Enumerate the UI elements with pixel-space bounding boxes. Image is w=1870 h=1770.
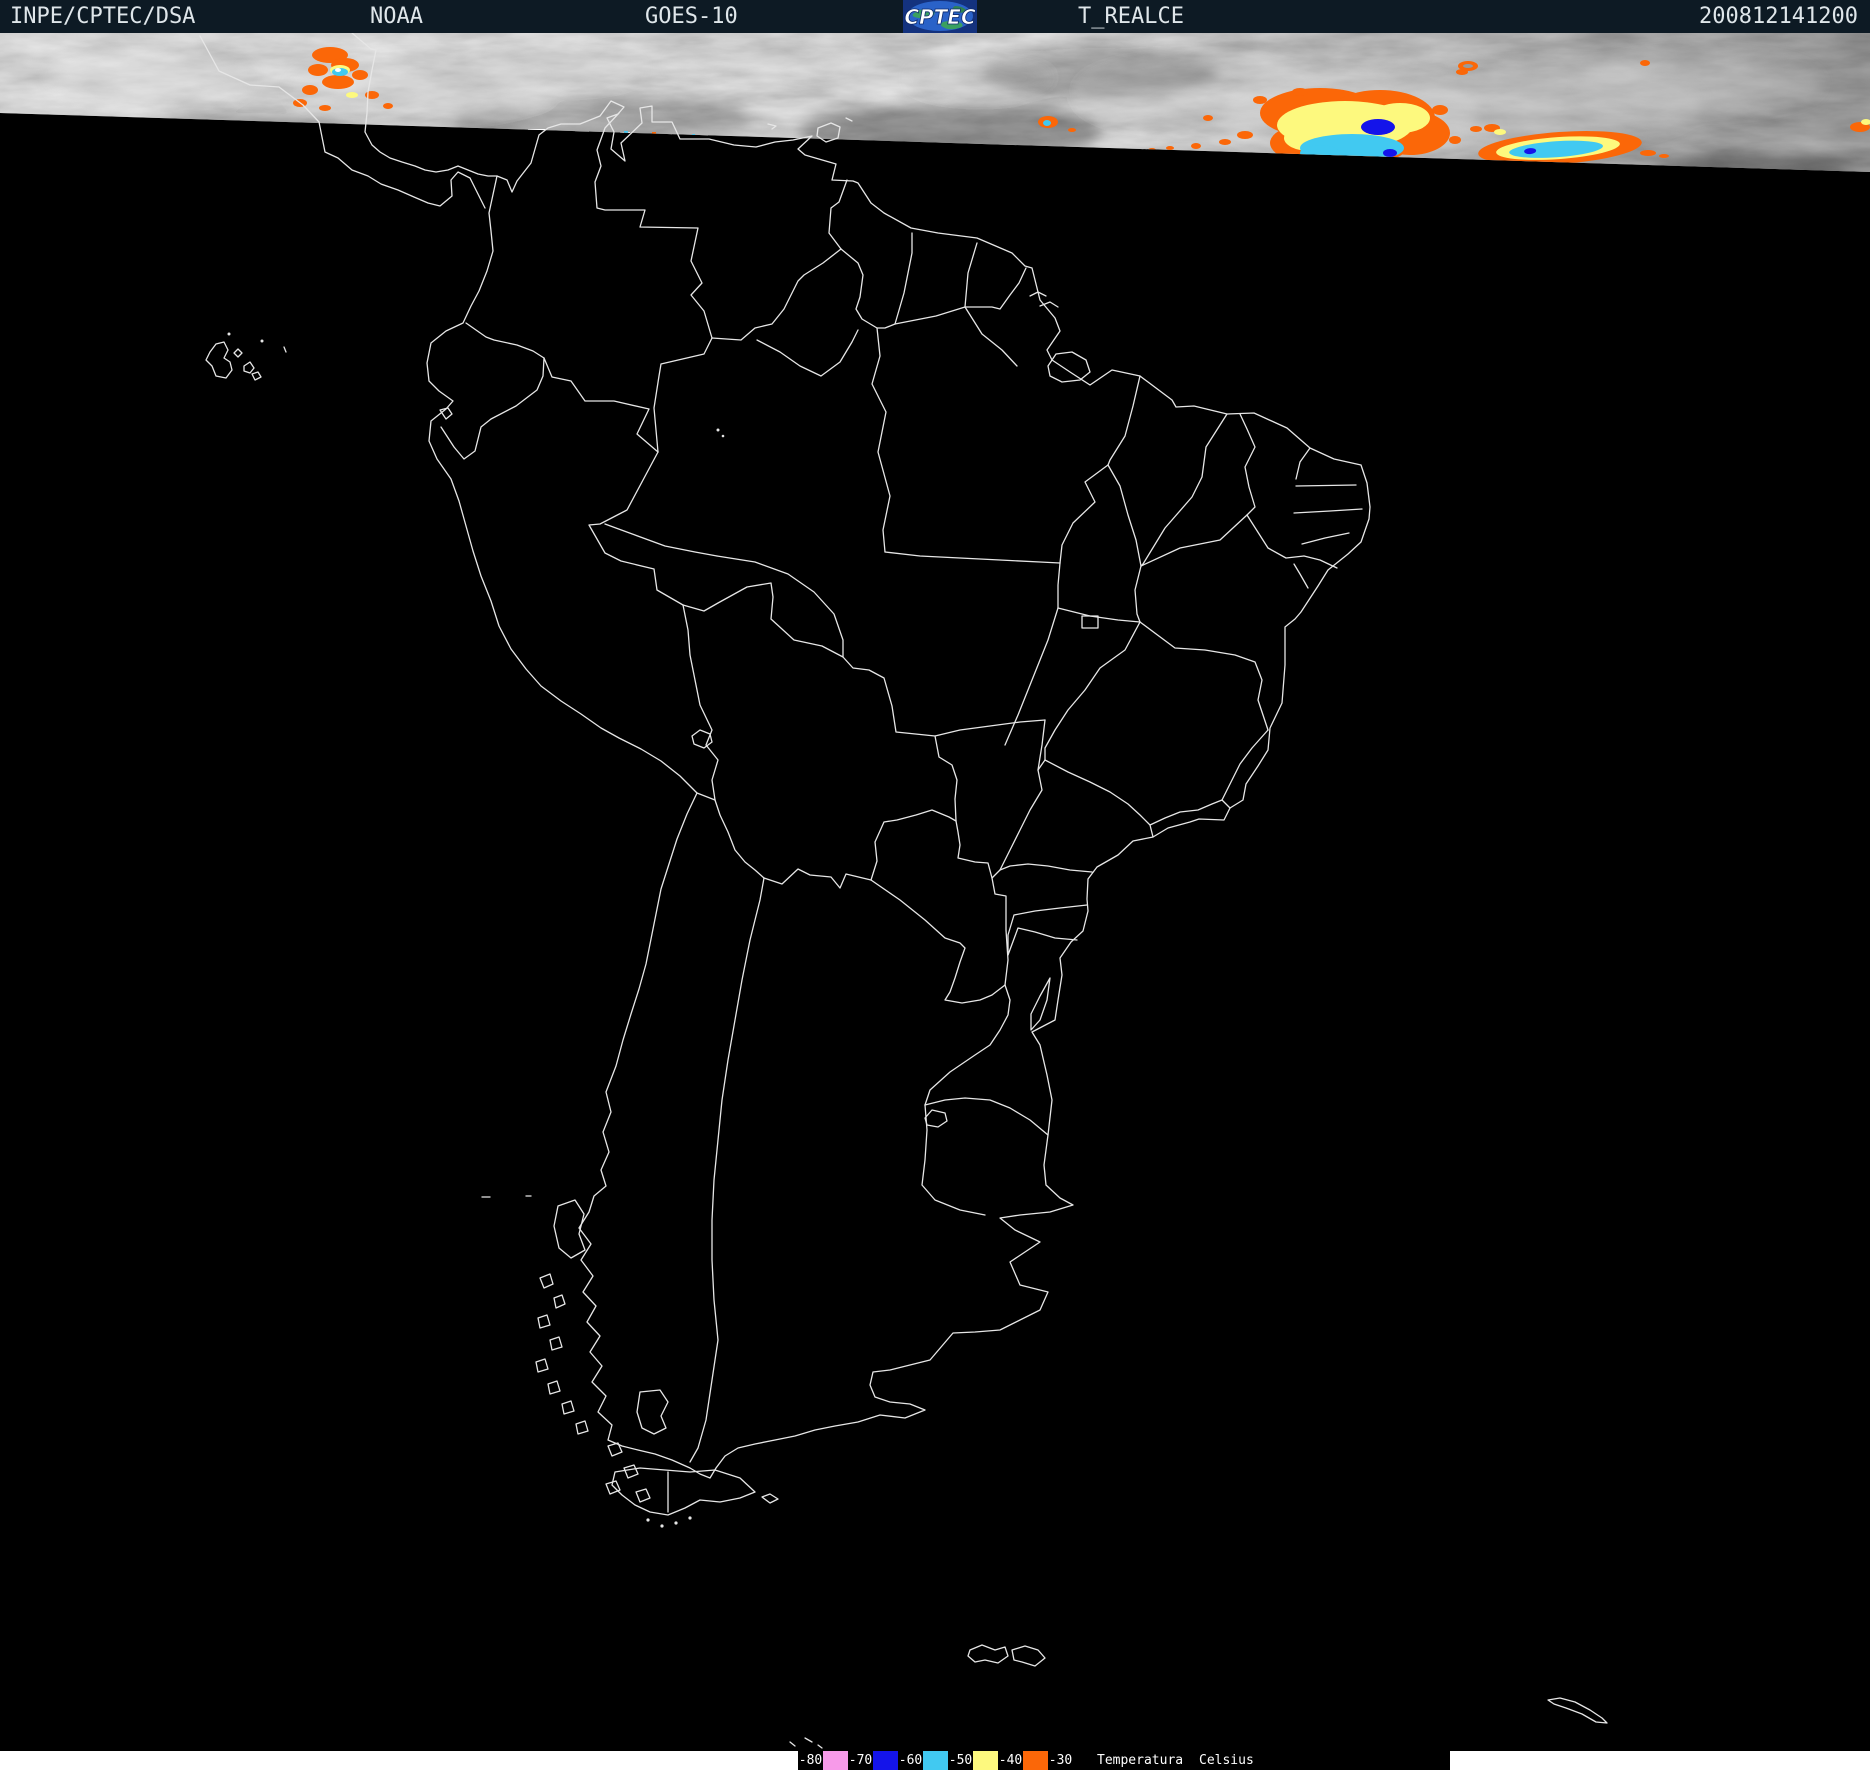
scale-label: -30	[1048, 1751, 1073, 1770]
satellite-image-viewer: INPE/CPTEC/DSA NOAA GOES-10 T_REALCE 200…	[0, 0, 1870, 1770]
scale-swatch-cyan	[923, 1751, 948, 1770]
scale-swatch-orange	[1023, 1751, 1048, 1770]
temperature-scale: -80 -70 -60 -50 -40 -30	[798, 1751, 1073, 1770]
scale-label: -40	[998, 1751, 1023, 1770]
scale-swatch-blue	[873, 1751, 898, 1770]
map-specks	[228, 333, 725, 1528]
legend-title: Temperatura	[1097, 1753, 1183, 1768]
legend-text-segment: Temperatura Celsius	[1073, 1751, 1450, 1770]
satellite-label: GOES-10	[645, 4, 738, 29]
scale-swatch-pink	[823, 1751, 848, 1770]
agency-label: INPE/CPTEC/DSA	[10, 4, 195, 29]
lakes-and-islands	[206, 31, 1607, 1748]
org-label: NOAA	[370, 4, 423, 29]
scale-label: -60	[898, 1751, 923, 1770]
timestamp-label: 200812141200	[1699, 4, 1858, 29]
product-label: T_REALCE	[1078, 4, 1184, 29]
south-america-map	[0, 0, 1870, 1770]
scale-label: -50	[948, 1751, 973, 1770]
coastlines	[200, 33, 1370, 1478]
brazil-state-borders	[605, 307, 1362, 955]
legend-unit: Celsius	[1199, 1753, 1254, 1768]
country-borders	[441, 113, 1048, 1512]
cptec-logo-icon: CPTEC	[903, 0, 977, 33]
scale-label: -70	[848, 1751, 873, 1770]
scale-swatch-yellow	[973, 1751, 998, 1770]
scale-label: -80	[798, 1751, 823, 1770]
legend-bar: Temperatura Celsius -80 -70 -60 -50 -40 …	[0, 1751, 1870, 1770]
svg-text:CPTEC: CPTEC	[904, 5, 976, 29]
